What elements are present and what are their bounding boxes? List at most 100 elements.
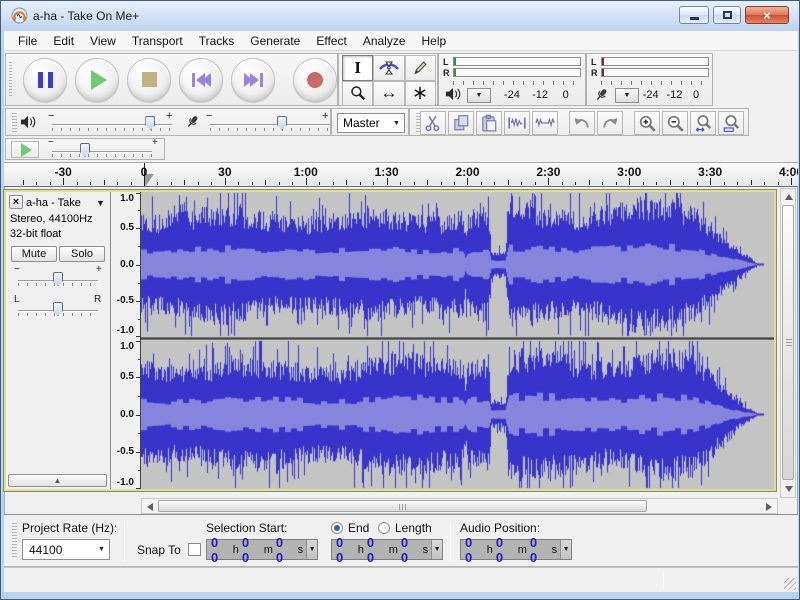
ruler-tick	[238, 182, 239, 185]
track-menu-icon[interactable]: ▼	[96, 198, 105, 208]
meter-dropdown-button[interactable]: ▼	[615, 88, 639, 103]
undo-button[interactable]	[569, 111, 595, 135]
redo-button[interactable]	[597, 111, 623, 135]
device-selected-value: Master	[343, 116, 380, 130]
selection-start-field[interactable]: 0 0h0 0m0 0s▼	[206, 539, 318, 560]
time-unit: h	[233, 544, 239, 556]
input-slider-track[interactable]	[210, 124, 330, 126]
scale-label: 0.5	[120, 371, 134, 382]
track-title: a-ha - Take	[26, 197, 81, 209]
playback-meter-toolbar[interactable]: LR▼-24-120	[438, 53, 586, 106]
multi-tool-button[interactable]	[405, 81, 436, 107]
time-field-dropdown-icon[interactable]: ▼	[560, 540, 571, 559]
vertical-scrollbar[interactable]	[780, 188, 796, 498]
minimize-button[interactable]	[679, 6, 709, 24]
ruler-tick	[157, 182, 158, 185]
envelope-tool-button[interactable]	[373, 55, 404, 81]
toolbar-grip[interactable]	[12, 523, 17, 559]
paste-button[interactable]	[476, 111, 502, 135]
mute-button[interactable]: Mute	[11, 246, 57, 262]
track-info-format: Stereo, 44100Hz	[10, 213, 93, 225]
menu-effect[interactable]: Effect	[308, 32, 354, 50]
device-selector[interactable]: Master ▼	[337, 113, 405, 133]
menu-file[interactable]: File	[10, 32, 45, 50]
copy-button[interactable]	[448, 111, 474, 135]
scroll-down-icon[interactable]	[785, 486, 793, 492]
zoom-tool-button[interactable]	[342, 81, 373, 107]
input-minus-label: −	[206, 110, 212, 122]
scroll-right-icon[interactable]	[766, 503, 772, 511]
skip-to-start-button[interactable]	[179, 58, 223, 102]
status-bar	[4, 567, 798, 592]
play-button[interactable]	[75, 58, 119, 102]
menu-analyze[interactable]: Analyze	[355, 32, 414, 50]
project-rate-selector[interactable]: 44100 ▼	[22, 539, 110, 560]
horizontal-scroll-thumb[interactable]	[158, 500, 647, 512]
track-info-bitdepth: 32-bit float	[10, 228, 61, 240]
resize-grip[interactable]	[784, 578, 796, 590]
end-radio[interactable]	[331, 522, 343, 534]
fit-project-button[interactable]	[718, 111, 744, 135]
waveform-channel-left[interactable]	[141, 192, 774, 337]
vertical-scale-ruler[interactable]: 1.00.50.0-0.5-1.01.00.50.0-0.5-1.0	[111, 192, 141, 489]
maximize-button[interactable]	[713, 6, 741, 24]
vertical-scroll-thumb[interactable]	[782, 205, 794, 480]
selection-end-field[interactable]: 0 0h0 0m0 0s▼	[331, 539, 443, 560]
radio-dot	[334, 525, 340, 531]
meter-channel-label: R	[591, 68, 601, 78]
ruler-tick	[171, 182, 172, 185]
zoom-out-button[interactable]	[662, 111, 688, 135]
menu-transport[interactable]: Transport	[124, 32, 191, 50]
track-collapse-button[interactable]: ▲	[8, 474, 107, 487]
play-at-speed-button[interactable]	[11, 141, 39, 158]
microphone-icon	[593, 87, 609, 103]
ruler-tick	[279, 182, 280, 185]
audio-position-field[interactable]: 0 0h0 0m0 0s▼	[460, 539, 572, 560]
fit-selection-button[interactable]	[690, 111, 716, 135]
stop-button[interactable]	[127, 58, 171, 102]
speed-minus-label: −	[48, 137, 54, 148]
time-field-dropdown-icon[interactable]: ▼	[306, 540, 317, 559]
recording-meter-toolbar[interactable]: LR▼-24-120	[586, 53, 713, 106]
menu-generate[interactable]: Generate	[242, 32, 308, 50]
silence-button[interactable]	[532, 111, 558, 135]
ruler-tick	[306, 178, 307, 185]
menu-tracks[interactable]: Tracks	[191, 32, 243, 50]
speed-slider-track[interactable]	[52, 151, 152, 153]
time-field-dropdown-icon[interactable]: ▼	[431, 540, 442, 559]
title-bar[interactable]: a-ha - Take On Me+ ×	[1, 1, 799, 31]
timeline-label: 1:30	[375, 165, 399, 179]
menu-view[interactable]: View	[82, 32, 124, 50]
snap-to-checkbox[interactable]	[188, 543, 201, 556]
output-slider-ticks	[52, 128, 172, 131]
skip-to-end-button[interactable]	[231, 58, 275, 102]
waveform-channel-right[interactable]	[141, 340, 774, 489]
scroll-left-icon[interactable]	[147, 503, 153, 511]
zoom-tool-icon	[350, 85, 366, 101]
record-button[interactable]	[293, 58, 337, 102]
draw-tool-button[interactable]	[405, 55, 436, 81]
pause-button[interactable]	[23, 58, 67, 102]
zoom-in-button[interactable]	[634, 111, 660, 135]
trim-outside-button[interactable]	[504, 111, 530, 135]
time-shift-tool-button[interactable]: ↔	[373, 81, 404, 107]
time-unit: m	[389, 544, 398, 556]
close-button[interactable]: ×	[745, 6, 789, 24]
menu-help[interactable]: Help	[414, 32, 455, 50]
timeline-ruler[interactable]: -300301:001:302:002:303:003:304:00	[4, 162, 798, 187]
meter-dropdown-button[interactable]: ▼	[467, 88, 491, 103]
waveform-area[interactable]	[141, 192, 774, 489]
track-close-button[interactable]: ×	[9, 195, 23, 209]
solo-button[interactable]: Solo	[59, 246, 105, 262]
selection-tool-button[interactable]: I	[342, 55, 373, 81]
menu-edit[interactable]: Edit	[45, 32, 82, 50]
ruler-tick	[616, 182, 617, 185]
horizontal-scrollbar[interactable]	[141, 498, 778, 514]
timeline-label: -30	[54, 165, 71, 179]
toolbar-grip[interactable]	[9, 62, 12, 98]
scroll-up-icon[interactable]	[785, 194, 793, 200]
meter-scale-number: 0	[693, 89, 699, 101]
cut-button[interactable]	[420, 111, 446, 135]
toolbar-grip[interactable]	[12, 113, 17, 133]
length-radio[interactable]	[378, 522, 390, 534]
